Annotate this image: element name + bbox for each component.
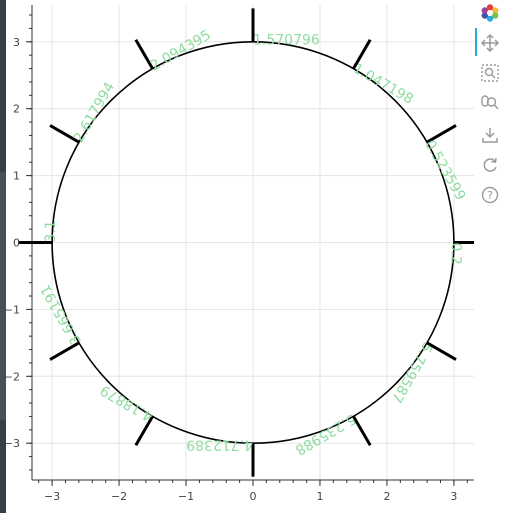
y-tick-label: 2 [13, 103, 20, 116]
x-tick-label: 0 [250, 490, 257, 503]
y-tick-label: 1 [13, 170, 20, 183]
save-icon[interactable] [479, 124, 501, 146]
angle-label: 3.1 [43, 220, 59, 242]
y-tick-label: 3 [13, 36, 20, 49]
y-tick-label: −3 [4, 437, 20, 450]
x-tick-label: −2 [111, 490, 127, 503]
angle-label: 0.2 [447, 242, 463, 264]
plot-area[interactable]: −3 −2 −1 0 1 2 33210−1−2−3 0.20.5235991.047198… [0, 0, 474, 513]
toolbar: ? [474, 0, 507, 513]
angle-label: 4.712389 [186, 437, 253, 453]
svg-text:?: ? [487, 189, 493, 202]
help-icon[interactable]: ? [479, 184, 501, 206]
x-tick-label: −1 [178, 490, 194, 503]
pan-icon[interactable] [479, 32, 501, 54]
reset-icon[interactable] [479, 154, 501, 176]
y-tick-label: −1 [4, 303, 20, 316]
active-tool-indicator [475, 28, 477, 56]
bokeh-logo-icon[interactable] [479, 2, 501, 24]
x-tick-label: 2 [383, 490, 390, 503]
x-tick-label: −3 [44, 490, 60, 503]
wheel-zoom-icon[interactable] [479, 92, 501, 114]
x-tick-label: 1 [316, 490, 323, 503]
angle-label: 1.570796 [253, 32, 320, 48]
x-tick-label: 3 [450, 490, 457, 503]
y-tick-label: −2 [4, 370, 20, 383]
box-zoom-icon[interactable] [479, 62, 501, 84]
